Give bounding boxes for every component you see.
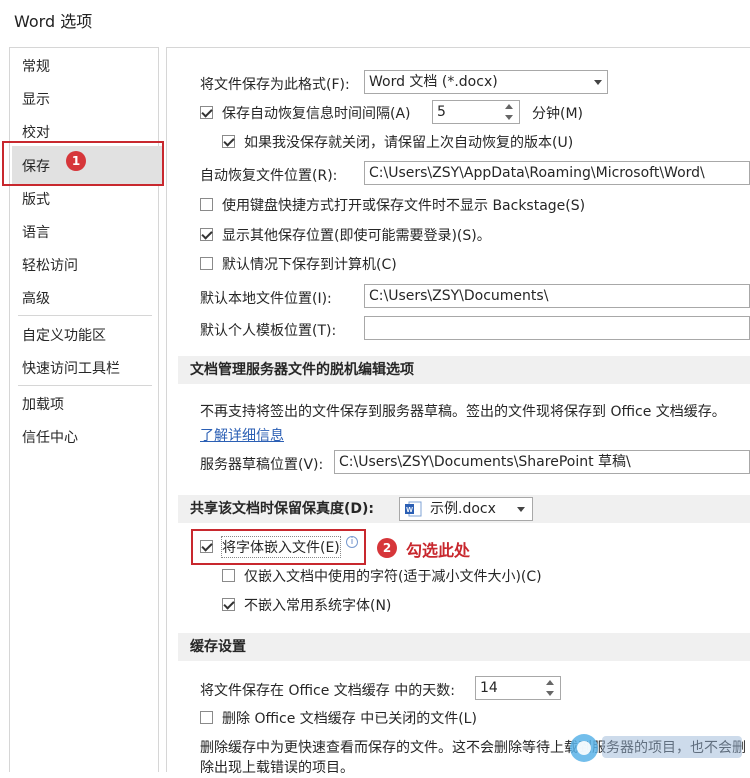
drafts-path-label: 服务器草稿位置(V):: [200, 457, 324, 473]
local-path-input[interactable]: C:\Users\ZSY\Documents\: [364, 284, 750, 308]
cache-days-value: 14: [480, 680, 498, 696]
autorecover-checkbox[interactable]: [200, 106, 213, 119]
show-more-locations-checkbox[interactable]: [200, 228, 213, 241]
annotation-badge-1: 1: [66, 151, 86, 171]
minutes-spinner[interactable]: [502, 101, 516, 123]
watermark-logo-icon: [570, 734, 742, 762]
embed-used-chars-label: 仅嵌入文档中使用的字符(适于减小文件大小)(C): [244, 569, 542, 585]
chevron-down-icon: [517, 507, 525, 512]
no-backstage-label: 使用键盘快捷方式打开或保存文件时不显示 Backstage(S): [222, 198, 586, 214]
chevron-down-icon: [594, 80, 602, 85]
keep-last-version-label: 如果我没保存就关闭，请保留上次自动恢复的版本(U): [244, 135, 574, 151]
sidebar-item-advanced[interactable]: 高级: [22, 288, 50, 308]
spin-down-icon[interactable]: [546, 691, 554, 696]
show-more-locations-label: 显示其他保存位置(即使可能需要登录)(S)。: [222, 228, 491, 244]
autorecover-path-label: 自动恢复文件位置(R):: [200, 168, 338, 184]
embed-fonts-label: 将字体嵌入文件(E): [221, 536, 341, 558]
local-path-value: C:\Users\ZSY\Documents\: [369, 288, 549, 304]
sidebar-item-accessibility[interactable]: 轻松访问: [22, 255, 78, 275]
sidebar-item-display[interactable]: 显示: [22, 89, 50, 109]
sidebar-item-trust-center[interactable]: 信任中心: [22, 427, 78, 447]
local-path-label: 默认本地文件位置(I):: [200, 291, 332, 307]
delete-cache-checkbox[interactable]: [200, 711, 213, 724]
no-backstage-checkbox[interactable]: [200, 198, 213, 211]
window-title: Word 选项: [14, 12, 93, 31]
word-doc-icon: W: [405, 501, 422, 517]
info-icon: i: [346, 536, 358, 548]
cache-section-header: 缓存设置: [178, 633, 750, 661]
minutes-label: 分钟(M): [532, 106, 584, 122]
autorecover-path-value: C:\Users\ZSY\AppData\Roaming\Microsoft\W…: [369, 165, 705, 181]
sidebar-divider: [18, 315, 152, 316]
spin-down-icon[interactable]: [505, 115, 513, 120]
fidelity-doc-select[interactable]: W 示例.docx: [399, 497, 533, 521]
offline-section-header: 文档管理服务器文件的脱机编辑选项: [178, 356, 750, 384]
save-to-computer-checkbox[interactable]: [200, 257, 213, 270]
sidebar-item-proofing[interactable]: 校对: [22, 122, 50, 142]
autorecover-path-input[interactable]: C:\Users\ZSY\AppData\Roaming\Microsoft\W…: [364, 161, 750, 185]
autorecover-minutes-value: 5: [437, 104, 446, 120]
cache-days-label: 将文件保存在 Office 文档缓存 中的天数:: [200, 683, 455, 699]
fidelity-doc-value: 示例.docx: [430, 501, 496, 517]
no-common-fonts-checkbox[interactable]: [222, 598, 235, 611]
fidelity-header-text: 共享该文档时保留保真度(D):: [190, 501, 375, 517]
embed-fonts-checkbox[interactable]: [200, 540, 213, 553]
save-format-label: 将文件保存为此格式(F):: [200, 77, 350, 93]
save-format-value: Word 文档 (*.docx): [369, 74, 498, 90]
annotation-badge-2: 2: [377, 538, 397, 558]
keep-last-version-checkbox[interactable]: [222, 135, 235, 148]
sidebar-item-quick-access-toolbar[interactable]: 快速访问工具栏: [22, 358, 120, 378]
no-common-fonts-label: 不嵌入常用系统字体(N): [244, 598, 392, 614]
autorecover-label: 保存自动恢复信息时间间隔(A): [222, 106, 411, 122]
template-path-label: 默认个人模板位置(T):: [200, 323, 337, 339]
embed-used-chars-checkbox[interactable]: [222, 569, 235, 582]
sidebar-divider: [18, 385, 152, 386]
sidebar-item-language[interactable]: 语言: [22, 222, 50, 242]
drafts-path-input[interactable]: C:\Users\ZSY\Documents\SharePoint 草稿\: [334, 450, 750, 474]
delete-cache-label: 删除 Office 文档缓存 中已关闭的文件(L): [222, 711, 477, 727]
save-format-select[interactable]: Word 文档 (*.docx): [364, 70, 608, 94]
sidebar-item-customize-ribbon[interactable]: 自定义功能区: [22, 325, 106, 345]
sidebar-item-addins[interactable]: 加载项: [22, 394, 64, 414]
svg-text:W: W: [406, 507, 413, 514]
spin-up-icon[interactable]: [546, 680, 554, 685]
template-path-input[interactable]: [364, 316, 750, 340]
sidebar-item-layout[interactable]: 版式: [22, 189, 50, 209]
cache-days-spinner[interactable]: [543, 677, 557, 699]
spin-up-icon[interactable]: [505, 104, 513, 109]
offline-description: 不再支持将签出的文件保存到服务器草稿。签出的文件现将保存到 Office 文档缓…: [200, 404, 726, 420]
annotation-note: 勾选此处: [406, 541, 471, 560]
save-to-computer-label: 默认情况下保存到计算机(C): [222, 257, 397, 273]
drafts-path-value: C:\Users\ZSY\Documents\SharePoint 草稿\: [339, 454, 631, 470]
learn-more-link[interactable]: 了解详细信息: [200, 425, 284, 445]
sidebar-item-general[interactable]: 常规: [22, 56, 50, 76]
